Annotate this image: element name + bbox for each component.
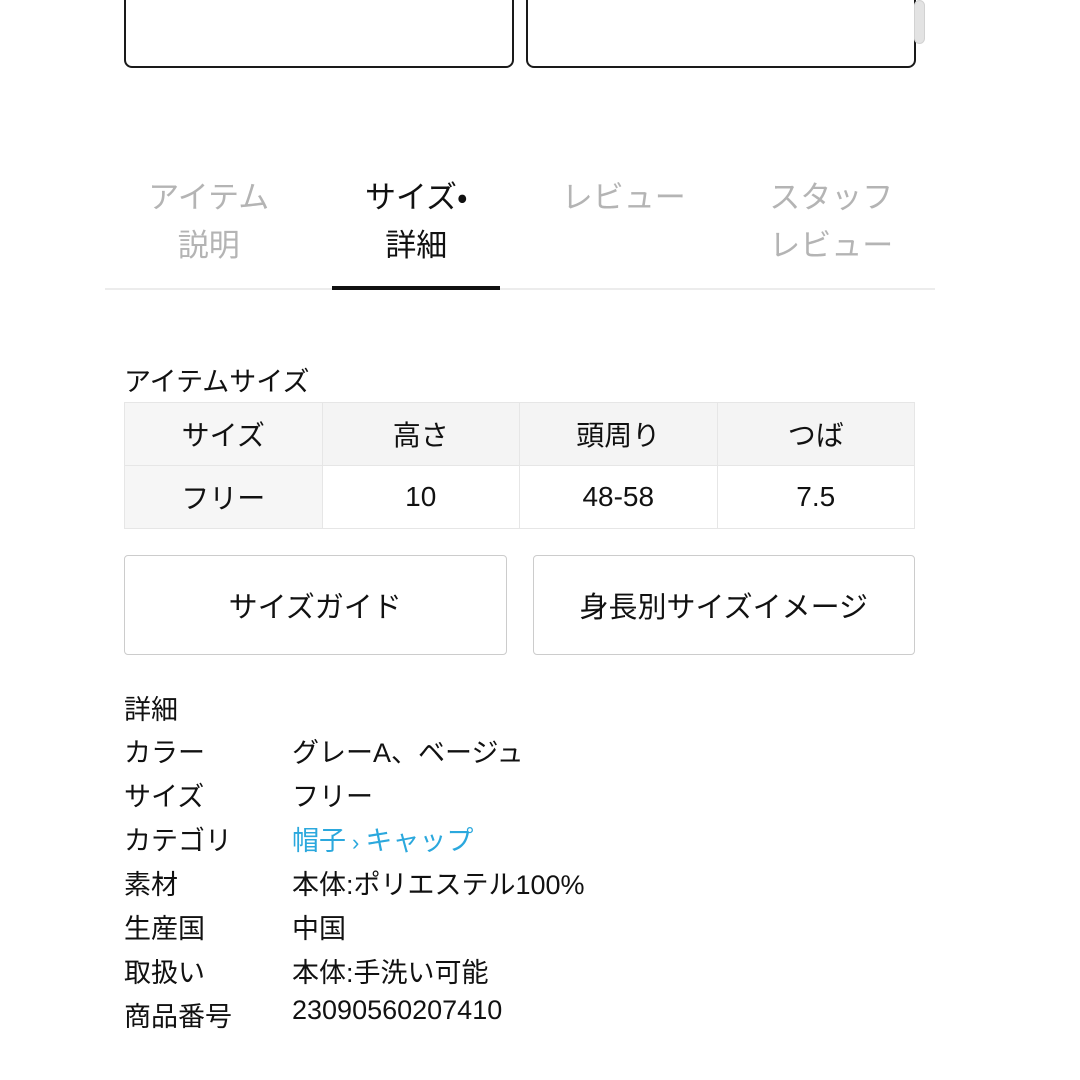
category-link-parent[interactable]: 帽子 <box>292 826 346 856</box>
detail-label: 生産国 <box>124 914 205 944</box>
chat-consult-button[interactable]: チャット相談をする <box>124 0 514 68</box>
category-breadcrumb: 帽子 › キャップ <box>292 819 473 858</box>
store-stock-label: 店頭在庫を見る <box>638 0 852 3</box>
detail-row-material: 素材 本体:ポリエステル100% <box>124 863 924 907</box>
height-size-image-button[interactable]: 身長別サイズイメージ <box>532 555 915 655</box>
product-info-tabs: アイテム 説明 サイズ・ 詳細 レビュー スタッフ レビュー <box>105 166 935 292</box>
tabs-baseline <box>105 288 935 290</box>
detail-row-color: カラー グレーA、ベージュ <box>124 731 924 775</box>
table-header-cell: 頭周り <box>519 402 718 466</box>
table-header-cell: つば <box>716 402 915 466</box>
table-cell: 10 <box>321 465 520 529</box>
active-tab-underline <box>332 286 500 290</box>
item-size-title: アイテムサイズ <box>124 367 310 397</box>
detail-value: 中国 <box>292 914 346 944</box>
detail-label: 素材 <box>124 870 178 900</box>
detail-value: 23090560207410 <box>292 995 503 1025</box>
tab-reviews[interactable]: レビュー <box>520 166 728 292</box>
tab-reviews-label: レビュー <box>561 180 686 215</box>
detail-value: グレーA、ベージュ <box>292 738 524 768</box>
height-size-image-label: 身長別サイズイメージ <box>579 592 869 624</box>
tab-size-detail[interactable]: サイズ・ 詳細 <box>313 166 521 292</box>
tab-item-description-label: アイテム 説明 <box>148 180 270 263</box>
detail-row-product-number: 商品番号 23090560207410 <box>124 995 924 1039</box>
detail-row-category: カテゴリ 帽子 › キャップ <box>124 819 924 863</box>
top-action-buttons: チャット相談をする 店頭在庫を見る <box>124 0 916 68</box>
detail-label: カラー <box>124 738 205 768</box>
detail-heading: 詳細 <box>124 695 178 725</box>
chevron-right-icon: › <box>352 830 360 855</box>
tab-staff-reviews[interactable]: スタッフ レビュー <box>728 166 936 292</box>
detail-label: 取扱い <box>124 958 205 988</box>
table-row: フリー 10 48-58 7.5 <box>124 465 915 529</box>
size-guide-button[interactable]: サイズガイド <box>124 555 507 655</box>
detail-row-care: 取扱い 本体:手洗い可能 <box>124 951 924 995</box>
tab-staff-reviews-label: スタッフ レビュー <box>769 180 894 263</box>
store-stock-button[interactable]: 店頭在庫を見る <box>526 0 916 68</box>
tab-item-description[interactable]: アイテム 説明 <box>105 166 313 292</box>
tab-size-detail-label: サイズ・ 詳細 <box>364 180 468 263</box>
item-size-table: サイズ 高さ 頭周り つば フリー 10 48-58 7.5 <box>124 402 915 529</box>
table-header-cell: 高さ <box>321 402 520 466</box>
table-header-row: サイズ 高さ 頭周り つば <box>124 402 915 466</box>
detail-value: 本体:ポリエステル100% <box>292 870 585 900</box>
detail-list: カラー グレーA、ベージュ サイズ フリー カテゴリ 帽子 › キャップ 素材 本体… <box>124 731 924 1039</box>
table-cell: 7.5 <box>716 465 915 529</box>
detail-row-country: 生産国 中国 <box>124 907 924 951</box>
size-guide-label: サイズガイド <box>228 592 402 624</box>
table-cell: フリー <box>124 465 323 529</box>
scrollbar-thumb[interactable] <box>914 0 925 44</box>
page-scrollbar[interactable] <box>914 0 926 46</box>
detail-row-size: サイズ フリー <box>124 775 924 819</box>
table-header-cell: サイズ <box>124 402 323 466</box>
size-guide-buttons: サイズガイド 身長別サイズイメージ <box>124 555 915 655</box>
detail-value: フリー <box>292 782 373 812</box>
detail-label: 商品番号 <box>124 1002 232 1032</box>
detail-label: カテゴリ <box>124 826 232 856</box>
table-cell: 48-58 <box>519 465 718 529</box>
chat-consult-label: チャット相談をする <box>206 0 480 3</box>
category-link-child[interactable]: キャップ <box>365 826 473 856</box>
detail-label: サイズ <box>124 782 205 812</box>
detail-value: 本体:手洗い可能 <box>292 958 489 988</box>
